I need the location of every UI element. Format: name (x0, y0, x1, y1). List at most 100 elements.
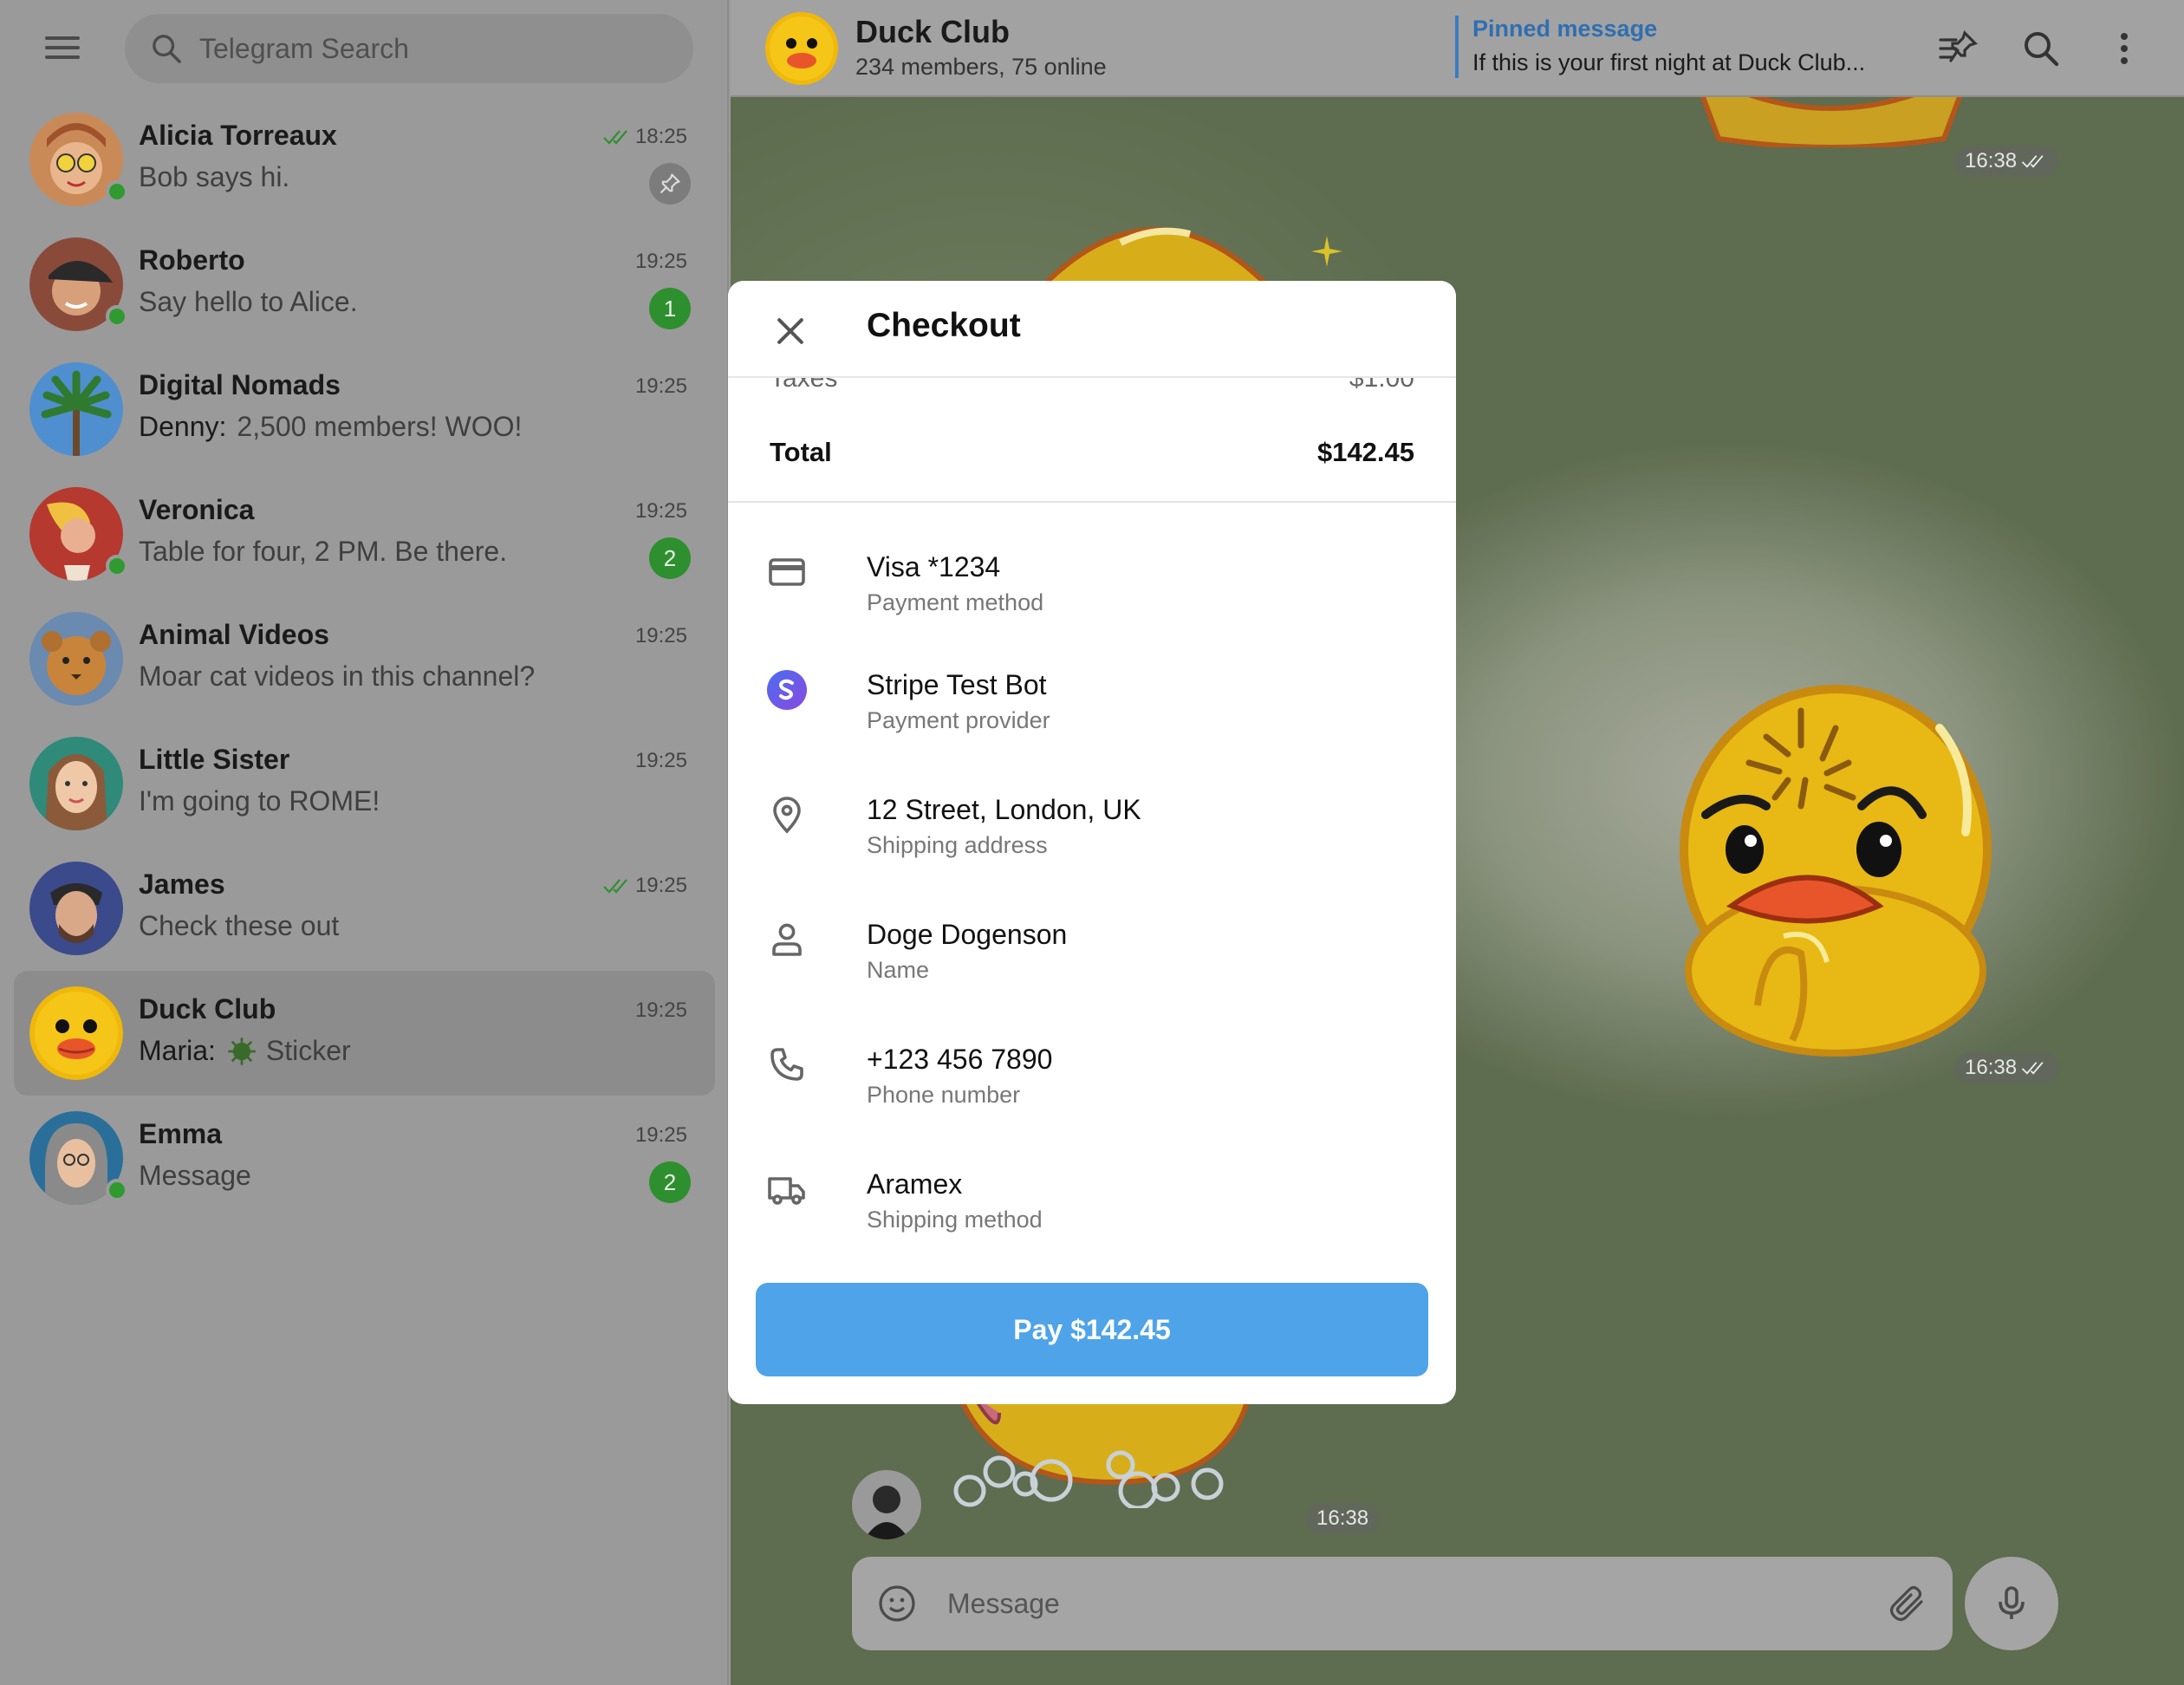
chat-time: 19:25 (634, 624, 687, 647)
payment-provider-value: Stripe Test Bot (867, 669, 1047, 700)
chat-time: 19:25 (634, 749, 687, 772)
search-icon[interactable] (2020, 28, 2062, 69)
pinned-list-icon[interactable] (1937, 28, 1979, 69)
chat-name: Duck Club (139, 993, 276, 1025)
payment-method-label: Payment method (867, 589, 1044, 615)
chat-preview: Say hello to Alice. (139, 286, 358, 317)
search-bar[interactable] (125, 14, 693, 83)
chat-name: Animal Videos (139, 619, 329, 650)
message-timestamp: 16:38 (1954, 1052, 2059, 1083)
chat-title[interactable]: Duck Club (855, 14, 1010, 50)
microphone-button[interactable] (1965, 1557, 2058, 1650)
chat-name: Roberto (139, 244, 245, 276)
avatar (29, 737, 123, 830)
shipping-address-row[interactable]: 12 Street, London, UK Shipping address (728, 784, 1456, 888)
chat-preview: Message (139, 1160, 251, 1191)
emoji-icon[interactable] (876, 1583, 918, 1624)
message-input[interactable] (947, 1581, 1814, 1626)
credit-card-icon (769, 558, 805, 586)
avatar (29, 362, 123, 456)
message-composer (852, 1557, 1953, 1650)
chat-list-pane: Alicia Torreaux 18:25 Bob says hi. Rober… (0, 0, 729, 1685)
message-timestamp: 16:38 (1954, 146, 2059, 177)
sparkle-icon (1311, 236, 1342, 267)
chat-header: Duck Club 234 members, 75 online Pinned … (731, 0, 2184, 97)
chat-avatar[interactable] (765, 12, 838, 85)
chat-preview: Table for four, 2 PM. Be there. (139, 536, 508, 567)
phone-icon (770, 1048, 803, 1081)
hamburger-menu-icon[interactable] (42, 31, 83, 66)
name-row[interactable]: Doge Dogenson Name (728, 908, 1456, 1012)
shipping-method-row[interactable]: Aramex Shipping method (728, 1158, 1456, 1262)
sender-avatar[interactable] (852, 1470, 921, 1539)
unread-badge: 1 (649, 288, 691, 329)
total-value: $142.45 (1316, 437, 1414, 467)
chat-time: 19:25 (634, 1123, 687, 1147)
chat-member-count: 234 members, 75 online (855, 54, 1107, 80)
attach-icon[interactable] (1887, 1583, 1928, 1624)
chat-time: 19:25 (602, 874, 687, 898)
chat-preview: Check these out (139, 910, 340, 941)
chat-name: Alicia Torreaux (139, 120, 337, 151)
pinned-message-text: If this is your first night at Duck Club… (1472, 49, 1866, 75)
chat-item-alicia-torreaux[interactable]: Alicia Torreaux 18:25 Bob says hi. (14, 97, 715, 222)
name-label: Name (867, 957, 930, 983)
duck-sticker-bottom (953, 1387, 1253, 1508)
chat-name: Little Sister (139, 744, 290, 775)
online-indicator (106, 305, 128, 328)
more-vertical-icon[interactable] (2103, 28, 2145, 69)
total-row: Total $142.45 (770, 437, 1414, 468)
avatar (29, 986, 123, 1080)
search-input[interactable] (199, 32, 667, 65)
unread-badge: 2 (649, 1161, 691, 1203)
chat-item-animal-videos[interactable]: Animal Videos 19:25 Moar cat videos in t… (14, 596, 715, 721)
chat-item-duck-club[interactable]: Duck Club 19:25 Maria: Sticker (14, 971, 715, 1096)
person-icon (772, 923, 802, 956)
chat-item-roberto[interactable]: Roberto 19:25 Say hello to Alice. 1 (14, 222, 715, 347)
payment-provider-row[interactable]: Stripe Test Bot Payment provider (728, 659, 1456, 763)
chat-time: 19:25 (634, 499, 687, 523)
online-indicator (106, 1179, 128, 1201)
chat-item-james[interactable]: James 19:25 Check these out (14, 846, 715, 971)
double-check-icon (2021, 155, 2044, 168)
payment-provider-label: Payment provider (867, 707, 1050, 733)
chat-preview: Maria: Sticker (139, 1035, 351, 1066)
search-icon (153, 35, 181, 63)
chat-item-veronica[interactable]: Veronica 19:25 Table for four, 2 PM. Be … (14, 472, 715, 596)
unread-badge: 2 (649, 537, 691, 579)
chat-item-digital-nomads[interactable]: Digital Nomads 19:25 Denny: 2,500 members… (14, 347, 715, 472)
pay-button[interactable]: Pay $142.45 (756, 1283, 1428, 1376)
total-label: Total (770, 437, 832, 467)
double-check-icon (603, 130, 627, 145)
chat-time: 18:25 (602, 125, 687, 149)
phone-number-row[interactable]: +123 456 7890 Phone number (728, 1033, 1456, 1137)
chat-preview: Denny: 2,500 members! WOO! (139, 411, 523, 442)
chat-item-little-sister[interactable]: Little Sister 19:25 I'm going to ROME! (14, 721, 715, 846)
avatar (29, 862, 123, 955)
checkout-header: Checkout (728, 281, 1456, 378)
stripe-icon (767, 670, 807, 710)
chat-name: James (139, 869, 225, 900)
chat-preview: Moar cat videos in this channel? (139, 660, 536, 692)
divider (728, 501, 1456, 503)
chat-time: 19:25 (634, 374, 687, 398)
truck-icon (768, 1177, 805, 1205)
pinned-message-label: Pinned message (1472, 16, 1658, 42)
phone-number-label: Phone number (867, 1082, 1021, 1108)
chat-item-emma[interactable]: Emma 19:25 Message 2 (14, 1096, 715, 1220)
duck-sticker-thinking (1680, 685, 1992, 1057)
pinned-message[interactable]: Pinned message If this is your first nig… (1455, 16, 1865, 78)
avatar (29, 612, 123, 706)
chat-name: Digital Nomads (139, 369, 341, 400)
chat-time: 19:25 (634, 999, 687, 1022)
microphone-icon (1999, 1586, 2025, 1619)
close-icon[interactable] (771, 312, 809, 350)
message-sender: Denny: (139, 411, 227, 442)
chat-preview: Bob says hi. (139, 161, 290, 192)
shipping-method-value: Aramex (867, 1168, 963, 1200)
chat-preview: I'm going to ROME! (139, 785, 380, 816)
checkout-title: Checkout (867, 307, 1021, 344)
online-indicator (106, 180, 128, 203)
chat-time: 19:25 (634, 250, 687, 273)
payment-method-row[interactable]: Visa *1234 Payment method (728, 541, 1456, 645)
